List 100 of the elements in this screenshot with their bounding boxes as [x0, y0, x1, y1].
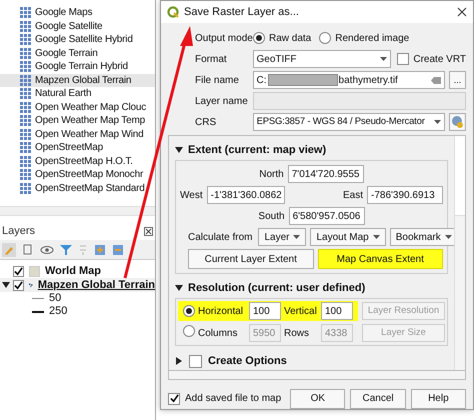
layer-name-field[interactable]	[252, 92, 466, 110]
app-logo-icon	[167, 6, 179, 18]
layer-icon[interactable]	[22, 243, 34, 256]
checkbox[interactable]	[189, 354, 202, 368]
close-icon[interactable]	[144, 226, 153, 236]
grid-icon	[20, 142, 31, 154]
checkbox[interactable]	[13, 280, 24, 290]
grid-icon	[20, 115, 31, 126]
browser-item[interactable]: Google Satellite Hybrid	[0, 33, 155, 46]
grid-icon	[20, 48, 31, 59]
radio-button[interactable]	[319, 32, 332, 44]
caret-icon	[372, 235, 380, 239]
grid-icon	[20, 169, 31, 180]
crs-dropdown[interactable]: EPSG:3857 - WGS 84 / Pseudo-Mercator	[252, 113, 446, 131]
radio-label[interactable]: Columns	[198, 326, 246, 340]
collapse-icon[interactable]	[175, 146, 183, 154]
collapse-icon[interactable]	[175, 284, 183, 292]
group-title[interactable]: Extent (current: map view)	[188, 142, 326, 158]
dialog-button[interactable]: Help	[410, 388, 466, 409]
field-label: Calculate from	[188, 230, 252, 244]
checkbox[interactable]	[397, 53, 410, 65]
field-label: East	[342, 188, 363, 202]
south-field[interactable]: 6'580'957.0506	[288, 207, 365, 225]
browser-item[interactable]: Open Weather Map Wind	[0, 128, 155, 141]
group-title[interactable]: Create Options	[208, 352, 287, 370]
grid-icon	[20, 128, 31, 140]
close-icon[interactable]	[457, 7, 467, 17]
east-field[interactable]: -786'390.6913	[367, 186, 443, 204]
radio-button[interactable]	[183, 324, 195, 336]
browser-item[interactable]: Natural Earth	[0, 87, 155, 100]
dialog-button[interactable]: OK	[290, 388, 346, 409]
field-label: South	[258, 210, 285, 224]
expand-all-icon[interactable]	[94, 244, 106, 256]
panel-title: Layers	[2, 224, 36, 239]
extent-button[interactable]: Current Layer Extent	[188, 249, 314, 269]
radio-label[interactable]: Rendered image	[335, 30, 410, 46]
extent-dropdown[interactable]: Bookmark	[390, 228, 454, 246]
layer-swatch	[29, 266, 40, 276]
caret-icon	[434, 120, 442, 124]
brush-icon[interactable]	[2, 242, 16, 256]
extent-dropdown[interactable]: Layer	[258, 228, 306, 246]
extent-button[interactable]: Map Canvas Extent	[318, 249, 443, 269]
caret-icon	[293, 235, 300, 239]
browser-item[interactable]: Google Maps	[0, 6, 155, 20]
file-name-field[interactable]: C: bathymetry.tif	[252, 71, 446, 89]
north-field[interactable]: 7'014'720.9555	[288, 165, 364, 183]
redacted-block	[268, 74, 338, 86]
browser-item[interactable]: OpenStreetMap	[0, 141, 155, 154]
grid-icon	[20, 61, 31, 72]
west-field[interactable]: -1'381'360.0862	[206, 186, 285, 204]
line-symbol	[32, 310, 44, 312]
layer-name[interactable]: World Map	[45, 262, 102, 280]
browser-item[interactable]: Google Terrain	[0, 46, 155, 60]
grid-icon	[20, 34, 31, 46]
checkbox-label[interactable]: Add saved file to map	[185, 391, 282, 406]
radio-label[interactable]: Horizontal	[198, 304, 246, 318]
globe-icon[interactable]	[449, 113, 466, 131]
collapse-all-icon[interactable]	[112, 244, 124, 256]
horizontal-scrollbar[interactable]	[0, 206, 155, 216]
horizontal-scrollbar[interactable]	[168, 371, 466, 380]
caret-icon	[380, 57, 388, 61]
resolution-field[interactable]: 100	[321, 302, 353, 320]
expand-icon[interactable]	[175, 357, 183, 365]
browse-button[interactable]: ...	[449, 71, 466, 89]
radio-label[interactable]: Raw data	[269, 30, 312, 46]
grid-icon	[20, 102, 31, 113]
field-label: Vertical	[284, 304, 318, 318]
checkbox[interactable]	[13, 266, 24, 276]
resolution-field[interactable]: 100	[249, 302, 281, 320]
browser-item[interactable]: Mapzen Global Terrain	[0, 74, 155, 87]
line-symbol	[32, 298, 44, 299]
browser-item[interactable]: OpenStreetMap Standard	[0, 182, 155, 195]
radio-button[interactable]	[253, 32, 265, 44]
grid-icon	[20, 182, 31, 194]
field-label: Output mode	[195, 32, 253, 46]
vertical-scrollbar[interactable]	[454, 136, 465, 370]
group-title[interactable]: Resolution (current: user defined)	[188, 280, 366, 296]
browser-item[interactable]: OpenStreetMap H.O.T.	[0, 154, 155, 168]
grid-icon	[20, 7, 31, 18]
filter-icon[interactable]	[60, 244, 72, 256]
extent-dropdown[interactable]: Layout Map	[310, 228, 386, 246]
checkbox[interactable]	[168, 392, 180, 405]
browser-item[interactable]: Google Terrain Hybrid	[0, 60, 155, 74]
browser-item[interactable]: Open Weather Map Temp	[0, 114, 155, 128]
browser-item[interactable]: OpenStreetMap Monochr	[0, 168, 155, 182]
collapse-icon[interactable]	[2, 281, 10, 289]
field-label: CRS	[195, 116, 218, 130]
field-label: North	[259, 168, 284, 182]
checkbox-label[interactable]: Create VRT	[413, 52, 466, 66]
clear-icon[interactable]	[431, 76, 442, 84]
caret-icon	[444, 235, 452, 239]
legend-label: 250	[49, 304, 68, 320]
grid-icon	[20, 20, 31, 32]
browser-item[interactable]: Open Weather Map Clouc	[0, 100, 155, 114]
grid-icon	[20, 88, 31, 100]
grid-icon	[20, 74, 31, 86]
format-dropdown[interactable]: GeoTIFF	[252, 50, 392, 68]
eye-icon[interactable]	[40, 244, 54, 254]
browser-item[interactable]: Google Satellite	[0, 20, 155, 33]
dialog-button[interactable]: Cancel	[350, 388, 406, 409]
